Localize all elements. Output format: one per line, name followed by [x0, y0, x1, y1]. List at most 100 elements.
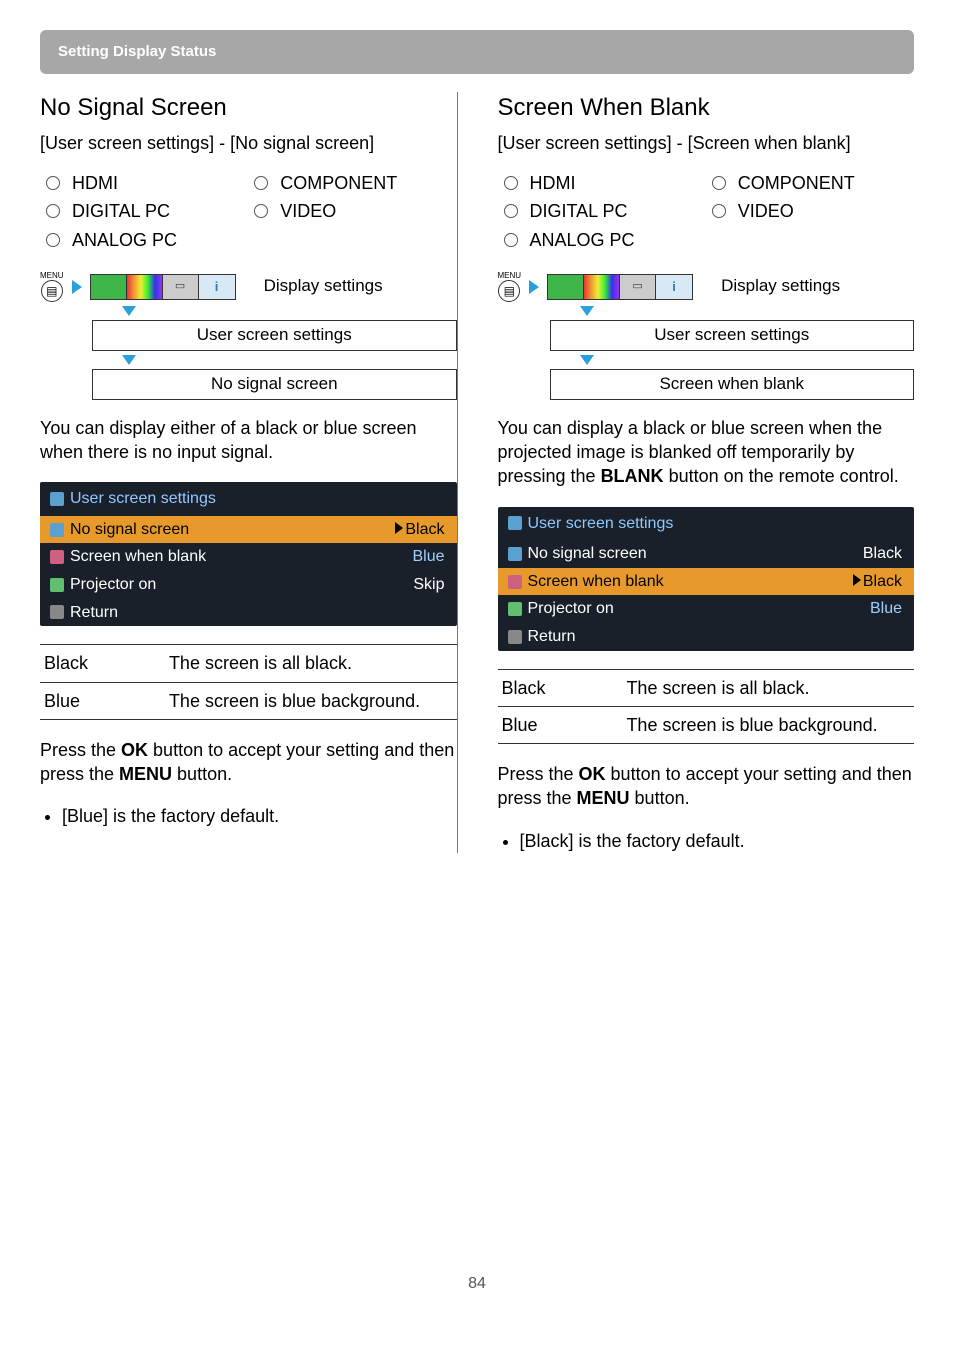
table-row: BlackThe screen is all black.	[498, 669, 915, 706]
arrow-down-icon	[122, 306, 136, 316]
ok-keyword: OK	[121, 740, 148, 760]
option-key: Blue	[498, 706, 623, 743]
osd-row-name: Projector on	[70, 574, 156, 596]
input-item: COMPONENT	[248, 169, 456, 197]
osd-title-icon	[508, 516, 522, 530]
right-osd: User screen settings No signal screen Bl…	[498, 507, 915, 651]
option-desc: The screen is blue background.	[165, 682, 457, 719]
osd-title: User screen settings	[498, 507, 915, 541]
osd-row-value: Black	[863, 543, 902, 565]
input-label: VIDEO	[738, 199, 794, 223]
input-item: DIGITAL PC	[498, 197, 706, 225]
input-item: ANALOG PC	[498, 226, 706, 254]
input-label: ANALOG PC	[530, 228, 635, 252]
osd-title: User screen settings	[40, 482, 457, 516]
osd-row-name: Return	[528, 626, 576, 648]
osd-row: Screen when blank Blue	[40, 543, 457, 571]
input-item: VIDEO	[248, 197, 456, 225]
osd-row: Projector on Skip	[40, 571, 457, 599]
nav-user-screen-label: User screen settings	[92, 320, 457, 351]
left-nav-diagram: MENU ▤ ▭ i Display settings User screen …	[40, 272, 457, 400]
nav-leaf-label: No signal screen	[92, 369, 457, 400]
osd-row: Projector on Blue	[498, 595, 915, 623]
selector-arrow-icon	[395, 522, 403, 534]
menu-word: MENU	[498, 272, 522, 280]
page-header: Setting Display Status	[40, 30, 914, 74]
osd-row-icon	[508, 575, 522, 589]
input-label: DIGITAL PC	[530, 199, 628, 223]
osd-row-name: Screen when blank	[70, 546, 206, 568]
osd-row-icon	[50, 605, 64, 619]
osd-row-name: No signal screen	[528, 543, 647, 565]
left-option-table: BlackThe screen is all black. BlueThe sc…	[40, 644, 457, 720]
right-nav-diagram: MENU ▤ ▭ i Display settings User screen …	[498, 272, 915, 400]
right-input-list: HDMI COMPONENT DIGITAL PC VIDEO ANALOG P…	[498, 169, 915, 254]
left-section-title: No Signal Screen	[40, 92, 457, 124]
arrow-right-icon	[529, 280, 539, 294]
osd-row: Return	[40, 599, 457, 627]
radio-icon	[254, 176, 268, 190]
input-item: DIGITAL PC	[40, 197, 248, 225]
radio-icon	[504, 233, 518, 247]
left-input-list: HDMI COMPONENT DIGITAL PC VIDEO ANALOG P…	[40, 169, 457, 254]
osd-row-name: Projector on	[528, 598, 614, 620]
left-breadcrumb: [User screen settings] - [No signal scre…	[40, 131, 457, 155]
input-label: VIDEO	[280, 199, 336, 223]
input-label: COMPONENT	[280, 171, 397, 195]
table-row: BlueThe screen is blue background.	[40, 682, 457, 719]
nav-display-settings-label: Display settings	[721, 275, 840, 298]
right-accept-text: Press the OK button to accept your setti…	[498, 762, 915, 811]
right-option-table: BlackThe screen is all black. BlueThe sc…	[498, 669, 915, 745]
menu-keyword: MENU	[577, 788, 630, 808]
right-section-title: Screen When Blank	[498, 92, 915, 124]
left-description: You can display either of a black or blu…	[40, 416, 457, 465]
tab-strip-icon: ▭ i	[90, 274, 236, 300]
left-note-list: [Blue] is the factory default.	[40, 804, 457, 828]
table-row: BlackThe screen is all black.	[40, 645, 457, 682]
osd-row-value: Black	[405, 521, 444, 538]
nav-leaf-label: Screen when blank	[550, 369, 915, 400]
blank-keyword: BLANK	[601, 466, 664, 486]
option-desc: The screen is blue background.	[622, 706, 914, 743]
table-row: BlueThe screen is blue background.	[498, 706, 915, 743]
osd-row-value: Skip	[413, 574, 444, 596]
option-key: Blue	[40, 682, 165, 719]
input-item: HDMI	[498, 169, 706, 197]
option-key: Black	[498, 669, 623, 706]
left-note: [Blue] is the factory default.	[62, 804, 457, 828]
menu-button-icon: MENU ▤	[498, 272, 522, 302]
menu-word: MENU	[40, 272, 64, 280]
nav-user-screen-label: User screen settings	[550, 320, 915, 351]
osd-row-name: No signal screen	[70, 519, 189, 541]
right-note-list: [Black] is the factory default.	[498, 829, 915, 853]
input-label: HDMI	[530, 171, 576, 195]
radio-icon	[46, 233, 60, 247]
osd-row-icon	[508, 547, 522, 561]
selector-arrow-icon	[853, 574, 861, 586]
radio-icon	[504, 176, 518, 190]
option-key: Black	[40, 645, 165, 682]
left-osd: User screen settings No signal screen Bl…	[40, 482, 457, 626]
osd-row: Return	[498, 623, 915, 651]
osd-title-icon	[50, 492, 64, 506]
arrow-down-icon	[580, 306, 594, 316]
radio-icon	[46, 176, 60, 190]
osd-row: No signal screen Black	[40, 516, 457, 544]
arrow-down-icon	[580, 355, 594, 365]
input-item: ANALOG PC	[40, 226, 248, 254]
left-column: No Signal Screen [User screen settings] …	[40, 92, 458, 853]
radio-icon	[712, 204, 726, 218]
right-column: Screen When Blank [User screen settings]…	[498, 92, 915, 853]
arrow-right-icon	[72, 280, 82, 294]
nav-display-settings-label: Display settings	[264, 275, 383, 298]
osd-row-value: Blue	[412, 546, 444, 568]
osd-row-icon	[508, 630, 522, 644]
input-item: COMPONENT	[706, 169, 914, 197]
menu-keyword: MENU	[119, 764, 172, 784]
right-description: You can display a black or blue screen w…	[498, 416, 915, 489]
osd-row: Screen when blank Black	[498, 568, 915, 596]
right-note: [Black] is the factory default.	[520, 829, 915, 853]
tab-strip-icon: ▭ i	[547, 274, 693, 300]
osd-row-name: Screen when blank	[528, 571, 664, 593]
osd-row-icon	[50, 578, 64, 592]
